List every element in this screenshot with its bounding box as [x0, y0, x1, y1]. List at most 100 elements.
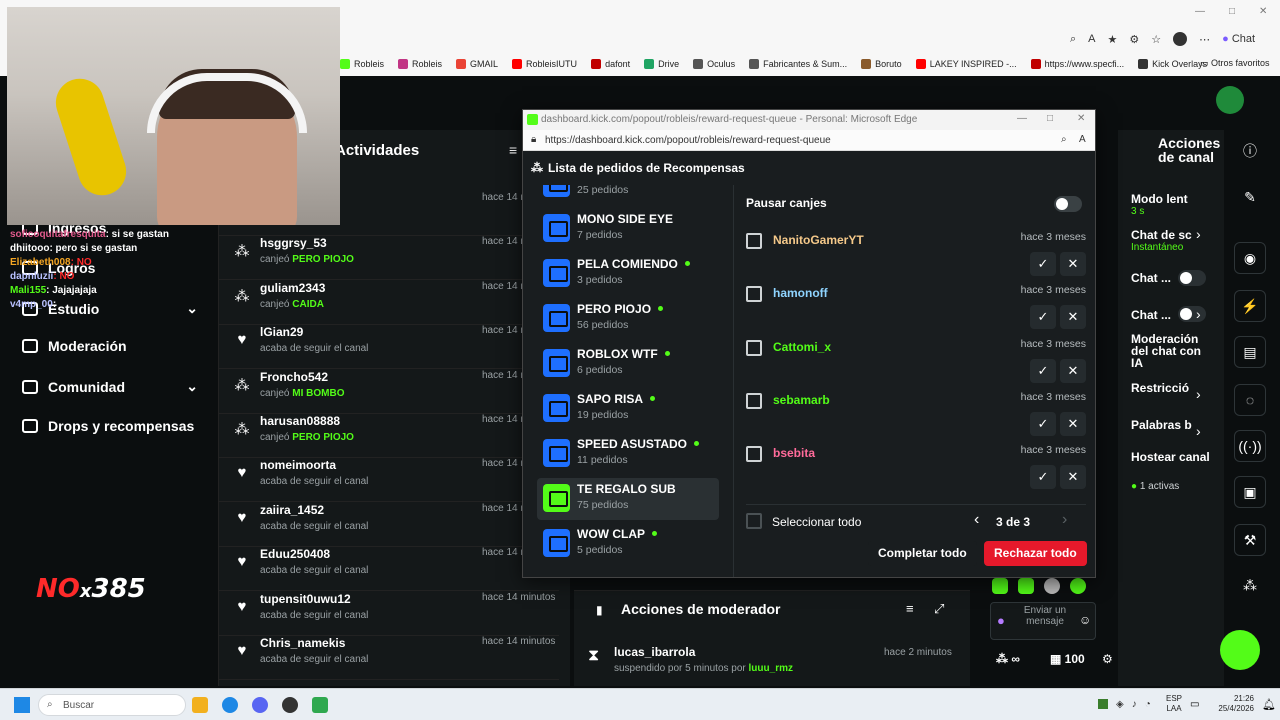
bookmark-item[interactable]: Drive: [644, 59, 679, 69]
zoom-icon[interactable]: ⌕: [1070, 33, 1076, 46]
activity-user[interactable]: tupensit0uwu12: [260, 592, 351, 606]
activity-user[interactable]: zaiira_1452: [260, 503, 324, 517]
chat-toggle-1[interactable]: [1178, 270, 1206, 286]
approve-check-icon[interactable]: ✓: [1030, 305, 1056, 330]
reward-item[interactable]: PELA COMIENDO 3 pedidos: [537, 253, 719, 295]
chat-toggle-2[interactable]: [1178, 306, 1206, 322]
request-user[interactable]: sebamarb: [773, 393, 830, 407]
support-icon[interactable]: [1220, 630, 1260, 670]
request-checkbox[interactable]: [746, 339, 762, 356]
info-icon[interactable]: ⓘ: [1234, 136, 1266, 168]
zoom-icon[interactable]: ⌕: [1061, 134, 1067, 145]
bookmark-item[interactable]: Oculus: [693, 59, 735, 69]
bookmark-item[interactable]: Kick Overlays: [1138, 59, 1207, 69]
request-user[interactable]: Cattomi_x: [773, 340, 831, 354]
emote-icon[interactable]: [1044, 578, 1060, 594]
tray-app-icon[interactable]: [1098, 699, 1108, 709]
approve-check-icon[interactable]: ✓: [1030, 411, 1056, 436]
select-all-checkbox[interactable]: [746, 513, 762, 529]
notification-bell-icon[interactable]: 🔔︎: [1262, 698, 1276, 711]
nav-drops[interactable]: Drops y recompensas: [22, 418, 194, 434]
maximize-icon[interactable]: □: [1229, 6, 1235, 17]
reward-item[interactable]: WOW CLAP 5 pedidos: [537, 523, 719, 565]
request-user[interactable]: NanitoGamerYT: [773, 233, 864, 247]
notes-icon[interactable]: ▤: [1234, 336, 1266, 368]
favorites-icon[interactable]: ☆: [1151, 33, 1161, 46]
pause-redemptions-toggle[interactable]: [1054, 196, 1082, 212]
sidebar-toggle-icon[interactable]: [1140, 140, 1148, 148]
bookmark-item[interactable]: Boruto: [861, 59, 902, 69]
request-checkbox[interactable]: [746, 392, 762, 409]
next-page-icon[interactable]: ›: [1062, 511, 1067, 529]
extensions-icon[interactable]: ⚙: [1129, 33, 1139, 46]
read-aloud-icon[interactable]: A: [1088, 33, 1095, 45]
reward-item[interactable]: SAPO RISA 19 pedidos: [537, 388, 719, 430]
reject-all-button[interactable]: Rechazar todo: [984, 541, 1087, 566]
read-aloud-icon[interactable]: A: [1079, 134, 1086, 145]
popup-address-bar[interactable]: 🔒︎ https://dashboard.kick.com/popout/rob…: [523, 130, 1095, 151]
shield-icon[interactable]: ◈: [1116, 699, 1124, 710]
expand-icon[interactable]: ⤢: [934, 601, 944, 617]
reward-item[interactable]: PERO PIOJO 56 pedidos: [537, 298, 719, 340]
close-icon[interactable]: ✕: [1077, 113, 1085, 124]
emote-icon[interactable]: [1070, 578, 1086, 594]
copilot-chat-button[interactable]: ● Chat: [1222, 33, 1255, 45]
settings-icon[interactable]: ⚙: [1102, 652, 1113, 666]
host-active[interactable]: ● 1 activas: [1131, 481, 1179, 492]
blocked-words-item[interactable]: Palabras b: [1131, 418, 1192, 432]
network-icon[interactable]: ▭: [1190, 699, 1199, 710]
bookmark-item[interactable]: GMAIL: [456, 59, 498, 69]
bookmark-item[interactable]: dafont: [591, 59, 630, 69]
reward-item[interactable]: 25 pedidos: [537, 185, 719, 205]
request-checkbox[interactable]: [746, 286, 762, 303]
reject-x-icon[interactable]: ✕: [1060, 358, 1086, 383]
activity-user[interactable]: hsggrsy_53: [260, 236, 327, 250]
bookmark-item[interactable]: Fabricantes & Sum...: [749, 59, 847, 69]
emote-icon[interactable]: [1018, 578, 1034, 594]
filter-icon[interactable]: ≡: [509, 142, 517, 158]
profile-avatar[interactable]: [1173, 32, 1188, 46]
reward-item[interactable]: MONO SIDE EYE 7 pedidos: [537, 208, 719, 250]
approve-check-icon[interactable]: ✓: [1030, 358, 1056, 383]
other-favorites[interactable]: ▭ Otros favoritos: [1200, 58, 1270, 69]
channel-avatar[interactable]: [1216, 86, 1244, 114]
windows-start-icon[interactable]: [14, 697, 30, 713]
reject-x-icon[interactable]: ✕: [1060, 305, 1086, 330]
slow-mode-item[interactable]: Modo lent 3 s: [1131, 192, 1188, 217]
minimize-icon[interactable]: —: [1195, 6, 1205, 17]
reward-item[interactable]: ROBLOX WTF 6 pedidos: [537, 343, 719, 385]
mod-action-user[interactable]: lucas_ibarrola: [614, 645, 695, 659]
file-explorer-icon[interactable]: [192, 697, 208, 713]
close-icon[interactable]: ✕: [1259, 6, 1267, 17]
ai-moderation-item[interactable]: Moderación del chat con IA: [1131, 333, 1205, 369]
activity-user[interactable]: Eduu250408: [260, 547, 330, 561]
clock[interactable]: 21:26 25/4/2026: [1214, 694, 1254, 714]
approve-check-icon[interactable]: ✓: [1030, 465, 1056, 490]
activity-user[interactable]: harusan08888: [260, 414, 340, 428]
filter-icon[interactable]: ≡: [906, 601, 914, 616]
request-user[interactable]: hamonoff: [773, 286, 828, 300]
broadcast-icon[interactable]: ((·)): [1234, 430, 1266, 462]
minimize-icon[interactable]: —: [1017, 113, 1027, 124]
chat-sub-item[interactable]: Chat de sc Instantáneo: [1131, 228, 1192, 253]
bookmark-item[interactable]: https://www.specfi...: [1030, 59, 1124, 69]
activity-user[interactable]: nomeimoorta: [260, 458, 336, 472]
activity-user[interactable]: Froncho542: [260, 370, 328, 384]
bookmark-item[interactable]: Robleis: [340, 59, 384, 69]
camera-icon[interactable]: ◉: [1234, 242, 1266, 274]
community-dots-icon[interactable]: ⁂: [1234, 570, 1266, 602]
chat-input[interactable]: ● Enviar un mensaje ☺: [990, 602, 1096, 640]
lightning-icon[interactable]: ⚡: [1234, 290, 1266, 322]
reject-x-icon[interactable]: ✕: [1060, 465, 1086, 490]
prev-page-icon[interactable]: ‹: [974, 511, 979, 529]
emoji-icon[interactable]: ☺: [1079, 613, 1091, 627]
layout-icon[interactable]: ▣: [1234, 476, 1266, 508]
reward-item[interactable]: TE REGALO SUB 75 pedidos: [537, 478, 719, 520]
wifi-icon[interactable]: ◔: [1145, 699, 1151, 710]
edge-icon[interactable]: [222, 697, 238, 713]
bookmark-item[interactable]: LAKEY INSPIRED -...: [915, 59, 1017, 69]
notepad-icon[interactable]: [312, 697, 328, 713]
edit-icon[interactable]: ✎: [1234, 182, 1266, 214]
nav-moderacion[interactable]: Moderación: [22, 338, 127, 354]
approve-check-icon[interactable]: ✓: [1030, 252, 1056, 276]
